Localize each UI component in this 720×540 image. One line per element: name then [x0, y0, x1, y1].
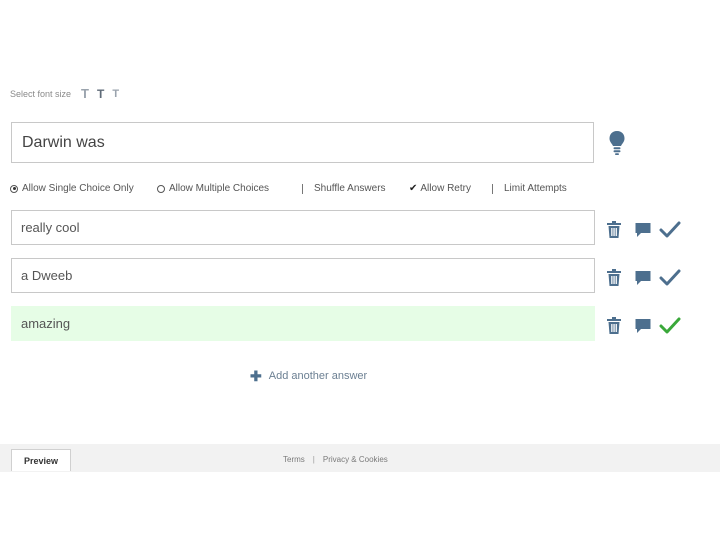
feedback-comment-icon[interactable]	[634, 270, 652, 288]
multiple-choice-option[interactable]: Allow Multiple Choices	[157, 183, 269, 194]
correct-check-icon[interactable]	[659, 317, 681, 335]
single-choice-radio[interactable]	[10, 184, 18, 193]
answer-input[interactable]: really cool	[11, 210, 595, 245]
limit-attempts-checkbox[interactable]	[492, 183, 500, 194]
trash-icon[interactable]	[606, 269, 624, 287]
font-size-large-option[interactable]: T	[81, 86, 89, 102]
multiple-choice-radio[interactable]	[157, 184, 165, 193]
privacy-cookies-link[interactable]: Privacy & Cookies	[323, 455, 388, 464]
shuffle-answers-label: Shuffle Answers	[314, 183, 386, 194]
trash-icon[interactable]	[606, 317, 624, 335]
terms-link[interactable]: Terms	[283, 455, 305, 464]
allow-retry-label: Allow Retry	[420, 183, 471, 194]
mark-correct-check-icon[interactable]	[659, 221, 681, 239]
checkmark-icon[interactable]: ✔	[409, 183, 417, 194]
answer-input[interactable]: a Dweeb	[11, 258, 595, 293]
mark-correct-check-icon[interactable]	[659, 269, 681, 287]
shuffle-answers-option[interactable]: Shuffle Answers	[302, 183, 386, 194]
preview-tab[interactable]: Preview	[11, 449, 71, 471]
question-input[interactable]: Darwin was	[11, 122, 594, 163]
footer-links: Terms | Privacy & Cookies	[283, 455, 388, 464]
allow-retry-option[interactable]: ✔ Allow Retry	[409, 183, 471, 194]
font-size-medium-option[interactable]: T	[97, 86, 104, 102]
single-choice-option[interactable]: Allow Single Choice Only	[10, 183, 134, 194]
multiple-choice-label: Allow Multiple Choices	[169, 183, 270, 194]
limit-attempts-label: Limit Attempts	[504, 183, 567, 194]
correct-answer-input[interactable]: amazing	[11, 306, 595, 341]
trash-icon[interactable]	[606, 221, 624, 239]
limit-attempts-option[interactable]: Limit Attempts	[492, 183, 567, 194]
font-size-small-option[interactable]: T	[112, 86, 119, 102]
font-size-label: Select font size	[10, 89, 72, 99]
add-answer-label: Add another answer	[268, 370, 368, 382]
footer-separator: |	[312, 455, 315, 464]
plus-icon: ✚	[250, 368, 262, 384]
font-size-selector: Select font size T T T	[10, 86, 127, 102]
single-choice-label: Allow Single Choice Only	[22, 183, 134, 194]
feedback-comment-icon[interactable]	[634, 222, 652, 240]
shuffle-answers-checkbox[interactable]	[302, 183, 310, 194]
add-answer-button[interactable]: ✚ Add another answer	[250, 369, 367, 383]
lightbulb-icon[interactable]	[608, 130, 626, 156]
feedback-comment-icon[interactable]	[634, 318, 652, 336]
